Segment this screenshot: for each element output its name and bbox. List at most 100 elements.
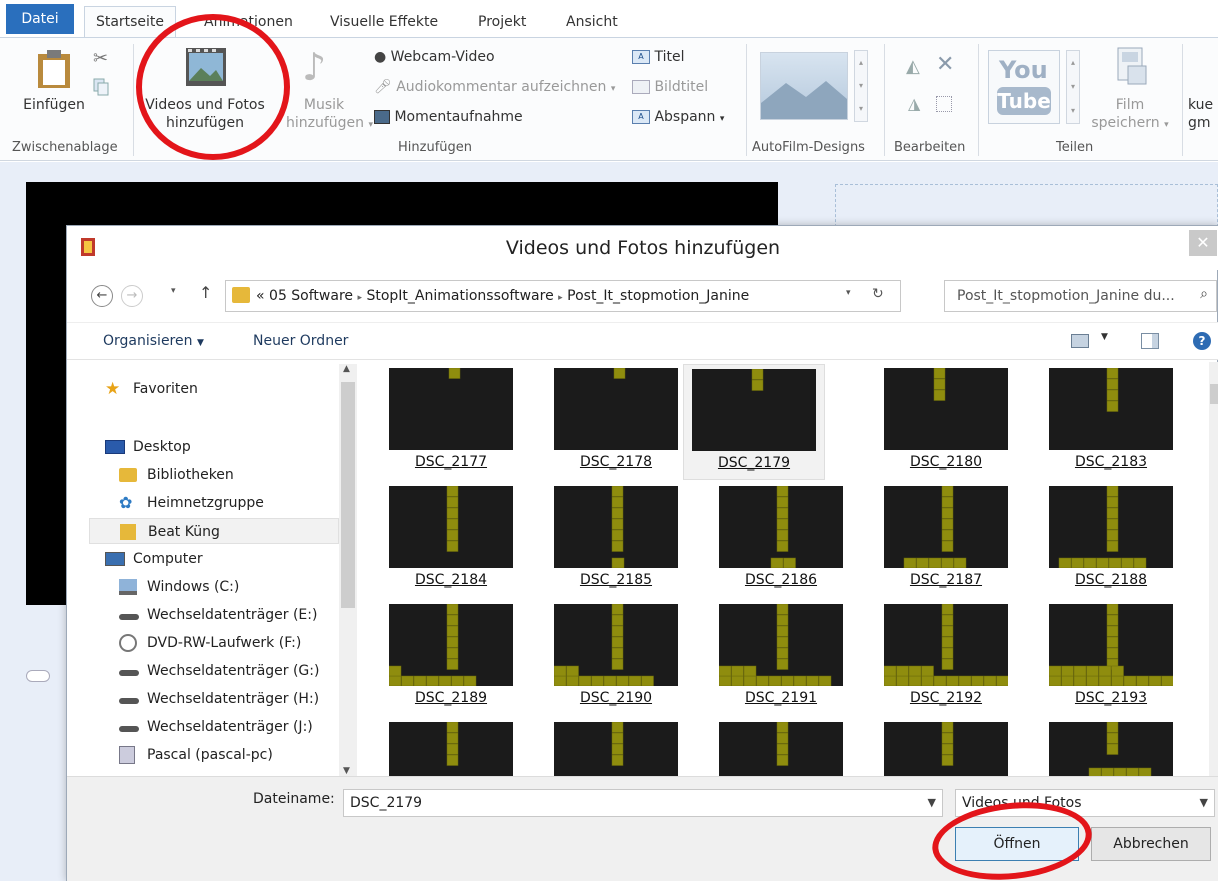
- postit-square: [731, 675, 744, 686]
- file-grid-scrollbar[interactable]: [1209, 362, 1218, 776]
- postit-square: [731, 665, 744, 677]
- autofilm-design-thumbnail[interactable]: [760, 52, 848, 120]
- select-all-icon[interactable]: [936, 96, 952, 112]
- film-strip-icon: [81, 238, 95, 260]
- file-tile[interactable]: DSC_2191: [689, 600, 849, 716]
- copy-icon[interactable]: [93, 78, 109, 100]
- postit-square: [776, 518, 789, 530]
- address-segment[interactable]: StopIt_Animationssoftware: [366, 288, 553, 304]
- view-options-icon[interactable]: [1071, 334, 1089, 348]
- rotate-left-icon[interactable]: ◭: [906, 56, 920, 77]
- share-scroll[interactable]: ▴ ▾ ▾: [1066, 50, 1080, 124]
- tab-visuelle-effekte[interactable]: Visuelle Effekte: [330, 10, 438, 36]
- snapshot-button[interactable]: Momentaufnahme: [374, 106, 523, 128]
- caption-button[interactable]: Bildtitel: [632, 76, 708, 98]
- credits-button[interactable]: A Abspann ▾: [632, 106, 724, 128]
- postit-square: [446, 732, 459, 744]
- postit-square: [591, 675, 604, 686]
- forward-icon[interactable]: →: [121, 285, 143, 307]
- postit-square: [611, 636, 624, 648]
- tab-ansicht[interactable]: Ansicht: [566, 10, 618, 36]
- postit-square: [776, 496, 789, 508]
- postit-square: [446, 614, 459, 626]
- file-tile[interactable]: DSC_2190: [524, 600, 684, 716]
- file-tile[interactable]: DSC_2192: [854, 600, 1014, 716]
- new-folder-button[interactable]: Neuer Ordner: [253, 323, 348, 359]
- cancel-button[interactable]: Abbrechen: [1091, 827, 1211, 861]
- close-icon[interactable]: ✕: [1189, 230, 1217, 256]
- tab-datei[interactable]: Datei: [6, 4, 74, 34]
- postit-square: [446, 496, 459, 508]
- postit-square: [941, 496, 954, 508]
- scroll-down-icon[interactable]: ▼: [343, 766, 350, 776]
- title-button[interactable]: A Titel: [632, 46, 684, 68]
- file-tile[interactable]: [1019, 718, 1179, 776]
- postit-square: [611, 518, 624, 530]
- file-tile[interactable]: [524, 718, 684, 776]
- autofilm-scroll[interactable]: ▴ ▾ ▾: [854, 50, 868, 122]
- postit-square: [641, 675, 654, 686]
- youtube-share-button[interactable]: You Tube: [988, 50, 1060, 124]
- back-icon[interactable]: ←: [91, 285, 113, 307]
- file-grid: DSC_2177 DSC_2178 DSC_2179 DSC_2180 DSC_2183…: [359, 362, 1209, 776]
- postit-square: [613, 368, 626, 379]
- chevron-down-icon[interactable]: ▼: [1200, 790, 1208, 816]
- file-tile[interactable]: DSC_2185: [524, 482, 684, 598]
- file-grid-scroll-thumb[interactable]: [1210, 384, 1218, 404]
- nav-pane-scrollbar[interactable]: ▲ ▼: [339, 364, 357, 776]
- postit-square: [768, 675, 782, 686]
- paste-button[interactable]: Einfügen: [22, 96, 86, 114]
- postit-square: [884, 675, 897, 686]
- file-tile[interactable]: DSC_2187: [854, 482, 1014, 598]
- save-movie-button[interactable]: Film speichern ▾: [1086, 96, 1174, 134]
- postit-square: [389, 675, 402, 686]
- file-tile[interactable]: [854, 718, 1014, 776]
- search-box[interactable]: Post_It_stopmotion_Janine du... ⌕: [944, 280, 1217, 312]
- postit-square: [1098, 675, 1112, 686]
- file-tile[interactable]: DSC_2180: [854, 364, 1014, 480]
- chevron-down-icon[interactable]: ▼: [928, 790, 936, 816]
- webcam-video-button[interactable]: ● Webcam-Video: [374, 46, 495, 68]
- postit-square: [446, 636, 459, 648]
- file-tile[interactable]: DSC_2177: [359, 364, 519, 480]
- scissors-icon[interactable]: ✂: [93, 48, 108, 69]
- file-tile[interactable]: DSC_2189: [359, 600, 519, 716]
- address-bar[interactable]: « 05 Software ▸ StopIt_Animationssoftwar…: [225, 280, 901, 312]
- postit-square: [941, 658, 954, 670]
- tab-projekt[interactable]: Projekt: [478, 10, 526, 36]
- up-arrow-icon[interactable]: ↑: [199, 283, 212, 302]
- organize-button[interactable]: Organisieren ▼: [103, 323, 204, 361]
- file-tile[interactable]: [359, 718, 519, 776]
- record-narration-button[interactable]: 🎤︎ Audiokommentar aufzeichnen ▾: [374, 76, 615, 98]
- recent-locations-chevron-icon[interactable]: ▾: [171, 286, 176, 296]
- title-label: Titel: [654, 49, 685, 65]
- filename-label: Dateiname:: [253, 791, 335, 807]
- file-tile[interactable]: DSC_2184: [359, 482, 519, 598]
- nav-pane-scroll-thumb[interactable]: [341, 382, 355, 608]
- add-music-button[interactable]: Musik hinzufügen ▾: [286, 96, 373, 134]
- filename-input[interactable]: DSC_2179 ▼: [343, 789, 943, 817]
- chevron-down-icon[interactable]: ▼: [1101, 332, 1108, 342]
- address-dropdown-icon[interactable]: ▾: [846, 288, 851, 298]
- remove-icon[interactable]: ✕: [936, 52, 954, 77]
- file-tile[interactable]: DSC_2178: [524, 364, 684, 480]
- file-tile[interactable]: DSC_2193: [1019, 600, 1179, 716]
- playback-slider-handle[interactable]: [26, 670, 50, 682]
- address-segment[interactable]: 05 Software: [269, 288, 353, 304]
- file-tile[interactable]: [689, 718, 849, 776]
- postit-square: [611, 486, 624, 497]
- scroll-up-icon[interactable]: ▲: [343, 364, 350, 374]
- file-tile[interactable]: DSC_2179: [683, 364, 825, 480]
- file-tile[interactable]: DSC_2188: [1019, 482, 1179, 598]
- nav-item-beat-kueng[interactable]: Beat Küng: [89, 518, 339, 544]
- address-segment[interactable]: Post_It_stopmotion_Janine: [567, 288, 749, 304]
- file-thumbnail: [389, 722, 513, 776]
- rotate-right-icon[interactable]: ◮: [908, 94, 920, 113]
- file-tile[interactable]: DSC_2183: [1019, 364, 1179, 480]
- webcam-icon: ●: [374, 49, 387, 65]
- preview-pane-icon[interactable]: [1141, 333, 1159, 349]
- file-tile[interactable]: DSC_2186: [689, 482, 849, 598]
- refresh-icon[interactable]: ↻: [872, 286, 884, 302]
- help-icon[interactable]: ?: [1193, 332, 1211, 350]
- sign-in-truncated[interactable]: kue gm: [1188, 96, 1218, 132]
